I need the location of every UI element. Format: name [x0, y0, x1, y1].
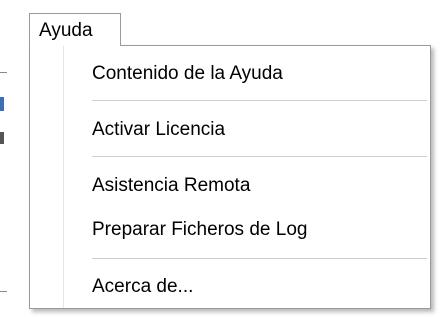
- menu-ayuda[interactable]: Ayuda: [29, 13, 121, 46]
- menu-separator: [92, 100, 427, 101]
- background-window-edge: [0, 72, 7, 73]
- menu-icon-gutter: [30, 46, 64, 308]
- menu-separator: [92, 156, 427, 157]
- menu-item-asistencia-remota[interactable]: Asistencia Remota: [92, 173, 250, 199]
- background-window-fragment: [0, 97, 4, 111]
- menu-item-activar-licencia[interactable]: Activar Licencia: [92, 117, 225, 143]
- menu-item-acerca-de[interactable]: Acerca de...: [92, 274, 193, 300]
- background-window-fragment: [0, 132, 4, 144]
- menu-bar: Ayuda: [0, 0, 441, 46]
- menu-item-contenido-ayuda[interactable]: Contenido de la Ayuda: [92, 61, 283, 87]
- menu-item-preparar-ficheros-log[interactable]: Preparar Ficheros de Log: [92, 217, 307, 243]
- menu-separator: [92, 258, 427, 259]
- help-dropdown-menu: Contenido de la Ayuda Activar Licencia A…: [29, 45, 431, 309]
- background-window-edge: [0, 291, 7, 292]
